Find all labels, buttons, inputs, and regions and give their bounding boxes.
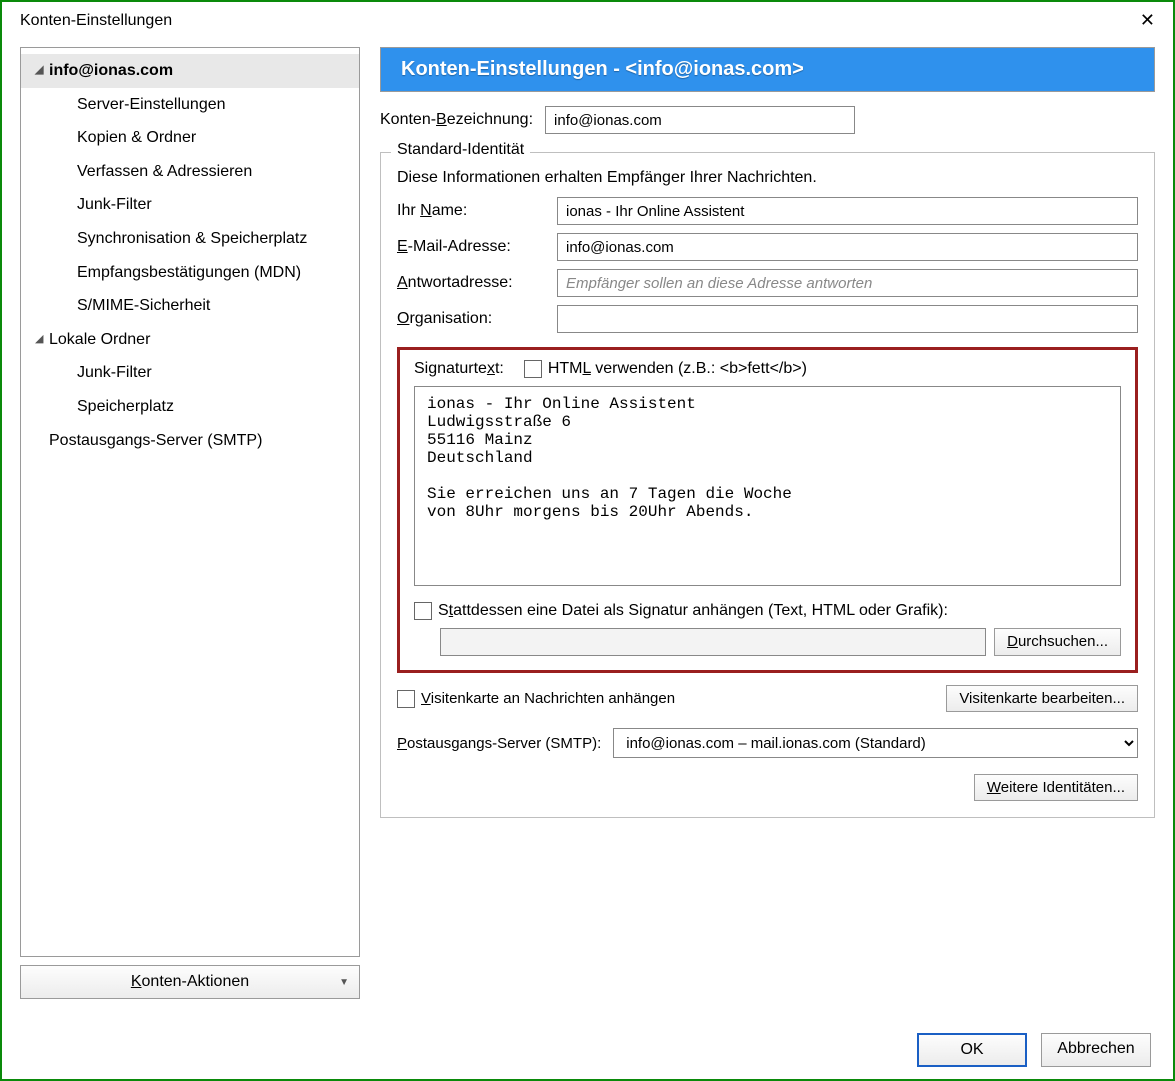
attach-file-label: Stattdessen eine Datei als Signatur anhä… — [438, 602, 948, 620]
tree-item-label: Junk-Filter — [77, 192, 152, 218]
vcard-row: Visitenkarte an Nachrichten anhängen Vis… — [397, 685, 1138, 712]
panel-header: Konten-Einstellungen - <info@ionas.com> — [380, 47, 1155, 92]
edit-vcard-button[interactable]: Visitenkarte bearbeiten... — [946, 685, 1138, 712]
signature-attach-row[interactable]: Stattdessen eine Datei als Signatur anhä… — [414, 602, 1121, 620]
main-panel: Konten-Einstellungen - <info@ionas.com> … — [380, 47, 1155, 999]
tree-item-label: Junk-Filter — [77, 360, 152, 386]
tree-item[interactable]: Kopien & Ordner — [21, 121, 359, 155]
vcard-label-text: Visitenkarte an Nachrichten anhängen — [421, 690, 675, 707]
account-actions-button[interactable]: Konten-Aktionen ▼ — [20, 965, 360, 999]
vcard-checkbox-label[interactable]: Visitenkarte an Nachrichten anhängen — [397, 690, 675, 708]
titlebar: Konten-Einstellungen ✕ — [2, 2, 1173, 39]
tree-item[interactable]: Server-Einstellungen — [21, 88, 359, 122]
tree-item-label: Verfassen & Adressieren — [77, 159, 252, 185]
tree-item-label: Speicherplatz — [77, 394, 174, 420]
tree-arrow-icon: ◢ — [35, 331, 49, 349]
window-title: Konten-Einstellungen — [20, 12, 172, 30]
cancel-button[interactable]: Abbrechen — [1041, 1033, 1151, 1067]
dialog-footer: OK Abbrechen — [917, 1033, 1151, 1067]
identity-fieldset: Standard-Identität Diese Informationen e… — [380, 152, 1155, 818]
tree-item[interactable]: Synchronisation & Speicherplatz — [21, 222, 359, 256]
close-icon[interactable]: ✕ — [1130, 8, 1165, 33]
org-input[interactable] — [557, 305, 1138, 333]
smtp-label: Postausgangs-Server (SMTP): — [397, 735, 601, 752]
html-checkbox-label[interactable]: HTML verwenden (z.B.: <b>fett</b>) — [524, 360, 807, 378]
signature-top-row: Signaturtext: HTML verwenden (z.B.: <b>f… — [414, 360, 1121, 378]
account-actions-label: onten-Aktionen — [142, 973, 250, 990]
tree-item[interactable]: Speicherplatz — [21, 390, 359, 424]
identity-grid: Ihr Name: E-Mail-Adresse: Antwortadresse… — [397, 197, 1138, 333]
email-input[interactable] — [557, 233, 1138, 261]
tree-item[interactable]: S/MIME-Sicherheit — [21, 289, 359, 323]
tree-item[interactable]: ◢Lokale Ordner — [21, 323, 359, 357]
tree-item[interactable]: ◢info@ionas.com — [21, 54, 359, 88]
name-input[interactable] — [557, 197, 1138, 225]
signature-file-input — [440, 628, 986, 656]
tree-item-label: S/MIME-Sicherheit — [77, 293, 210, 319]
vcard-checkbox[interactable] — [397, 690, 415, 708]
signature-textarea[interactable] — [414, 386, 1121, 586]
tree-item-label: Kopien & Ordner — [77, 125, 196, 151]
tree-arrow-icon: ◢ — [35, 62, 49, 80]
tree-item[interactable]: Verfassen & Adressieren — [21, 155, 359, 189]
html-checkbox[interactable] — [524, 360, 542, 378]
identity-desc: Diese Informationen erhalten Empfänger I… — [397, 169, 1138, 187]
html-label-text: HTML verwenden (z.B.: <b>fett</b>) — [548, 360, 807, 378]
smtp-row: Postausgangs-Server (SMTP): info@ionas.c… — [397, 728, 1138, 758]
signature-label: Signaturtext: — [414, 360, 504, 378]
tree-item[interactable]: Postausgangs-Server (SMTP) — [21, 424, 359, 458]
email-label: E-Mail-Adresse: — [397, 238, 547, 256]
signature-section: Signaturtext: HTML verwenden (z.B.: <b>f… — [397, 347, 1138, 673]
tree-item[interactable]: Junk-Filter — [21, 188, 359, 222]
tree-item-label: Postausgangs-Server (SMTP) — [49, 428, 262, 454]
dialog-body: ◢info@ionas.comServer-EinstellungenKopie… — [2, 39, 1173, 999]
tree-item-label: Synchronisation & Speicherplatz — [77, 226, 307, 252]
smtp-select[interactable]: info@ionas.com – mail.ionas.com (Standar… — [613, 728, 1138, 758]
more-identities-row: Weitere Identitäten... — [397, 774, 1138, 801]
tree-item[interactable]: Junk-Filter — [21, 356, 359, 390]
ok-button[interactable]: OK — [917, 1033, 1027, 1067]
sidebar: ◢info@ionas.comServer-EinstellungenKopie… — [20, 47, 360, 999]
account-name-row: Konten-Bezeichnung: — [380, 106, 1155, 134]
reply-label: Antwortadresse: — [397, 274, 547, 292]
reply-input[interactable] — [557, 269, 1138, 297]
more-identities-button[interactable]: Weitere Identitäten... — [974, 774, 1138, 801]
org-label: Organisation: — [397, 310, 547, 328]
name-label: Ihr Name: — [397, 202, 547, 220]
attach-file-checkbox[interactable] — [414, 602, 432, 620]
signature-file-row: Durchsuchen... — [414, 628, 1121, 656]
chevron-down-icon: ▼ — [339, 977, 349, 988]
tree-item-label: Server-Einstellungen — [77, 92, 226, 118]
account-name-label: Konten-Bezeichnung: — [380, 111, 533, 129]
tree-item-label: Lokale Ordner — [49, 327, 150, 353]
tree-item-label: info@ionas.com — [49, 58, 173, 84]
tree-item[interactable]: Empfangsbestätigungen (MDN) — [21, 256, 359, 290]
account-tree[interactable]: ◢info@ionas.comServer-EinstellungenKopie… — [20, 47, 360, 957]
account-name-input[interactable] — [545, 106, 855, 134]
tree-item-label: Empfangsbestätigungen (MDN) — [77, 260, 301, 286]
identity-legend: Standard-Identität — [391, 141, 530, 159]
browse-button[interactable]: Durchsuchen... — [994, 628, 1121, 656]
